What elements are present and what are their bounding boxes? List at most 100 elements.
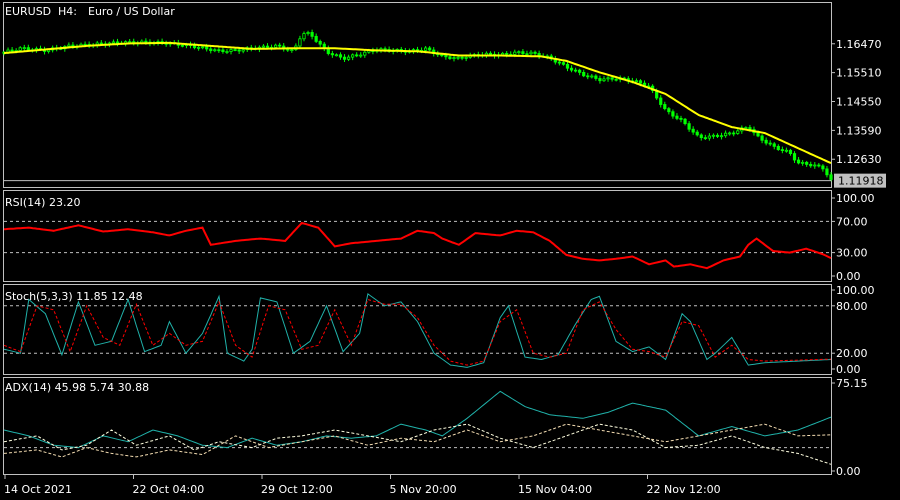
candle[interactable] — [586, 72, 590, 80]
candle[interactable] — [679, 115, 683, 123]
candle[interactable] — [282, 43, 286, 52]
candle[interactable] — [294, 43, 298, 52]
candle[interactable] — [606, 76, 610, 82]
candle[interactable] — [711, 133, 716, 139]
candlestick-series[interactable] — [2, 29, 833, 182]
candle[interactable] — [792, 151, 797, 163]
candle[interactable] — [659, 95, 663, 108]
candle[interactable] — [160, 38, 164, 45]
candle[interactable] — [821, 164, 825, 172]
candle[interactable] — [602, 76, 606, 82]
candle[interactable] — [667, 107, 671, 115]
candle[interactable] — [594, 74, 598, 81]
trading-chart[interactable]: 1.11918 1.16470 1.15510 1.14550 1.13590 1.12… — [0, 0, 900, 500]
candle[interactable] — [298, 35, 302, 49]
candle[interactable] — [719, 132, 724, 140]
candle[interactable] — [805, 160, 809, 167]
candle-body — [334, 54, 339, 57]
candle[interactable] — [209, 46, 213, 54]
candle[interactable] — [671, 109, 675, 119]
candle[interactable] — [703, 134, 707, 141]
candle[interactable] — [196, 45, 201, 51]
candle-body — [529, 51, 533, 55]
candle[interactable] — [553, 55, 557, 65]
candle[interactable] — [590, 73, 594, 79]
candle[interactable] — [707, 133, 711, 141]
candle[interactable] — [578, 68, 582, 76]
candle-body — [659, 97, 663, 105]
candle[interactable] — [428, 46, 432, 52]
candle[interactable] — [776, 144, 780, 151]
candle[interactable] — [318, 39, 322, 47]
candle[interactable] — [355, 52, 359, 58]
candle-body — [663, 104, 667, 110]
candle[interactable] — [817, 162, 821, 168]
candle[interactable] — [683, 117, 687, 126]
candle[interactable] — [801, 159, 805, 166]
candle[interactable] — [788, 148, 793, 156]
candle[interactable] — [342, 54, 347, 62]
candle[interactable] — [359, 52, 363, 58]
candle[interactable] — [192, 42, 197, 50]
candle[interactable] — [784, 147, 789, 153]
candle[interactable] — [813, 162, 817, 169]
candle[interactable] — [432, 47, 436, 57]
candle[interactable] — [732, 130, 736, 137]
candle[interactable] — [363, 50, 367, 58]
candle-body — [261, 45, 266, 48]
candle[interactable] — [764, 137, 768, 146]
candle[interactable] — [217, 47, 221, 53]
candle[interactable] — [351, 53, 355, 61]
candle[interactable] — [699, 133, 703, 141]
candle[interactable] — [334, 53, 339, 57]
candle[interactable] — [330, 50, 334, 58]
candle[interactable] — [760, 134, 764, 144]
candle[interactable] — [691, 126, 695, 135]
candle[interactable] — [695, 129, 699, 137]
candle[interactable] — [687, 121, 691, 132]
candle[interactable] — [346, 54, 351, 62]
candle[interactable] — [322, 42, 326, 52]
chart-description: Euro / US Dollar — [88, 5, 175, 18]
candle[interactable] — [221, 46, 225, 54]
candle[interactable] — [565, 61, 570, 72]
candle[interactable] — [533, 50, 537, 57]
candle[interactable] — [780, 146, 784, 154]
candle[interactable] — [306, 30, 310, 36]
candle[interactable] — [521, 49, 525, 56]
candle[interactable] — [22, 44, 26, 51]
candle[interactable] — [229, 48, 233, 55]
candle-body — [111, 41, 116, 44]
candle-body — [196, 46, 201, 49]
candle[interactable] — [338, 52, 343, 60]
candle[interactable] — [715, 133, 720, 139]
candle[interactable] — [768, 140, 772, 147]
candle[interactable] — [456, 56, 460, 61]
candle[interactable] — [310, 29, 314, 40]
candle[interactable] — [213, 48, 217, 53]
candle[interactable] — [809, 161, 813, 168]
candle[interactable] — [675, 113, 679, 121]
candle-body — [346, 56, 351, 60]
candle[interactable] — [574, 67, 578, 73]
candle[interactable] — [598, 75, 602, 84]
candle[interactable] — [302, 31, 306, 42]
candle[interactable] — [663, 101, 667, 111]
candle[interactable] — [529, 50, 533, 56]
candle[interactable] — [387, 46, 391, 53]
candle[interactable] — [225, 48, 229, 55]
candle[interactable] — [825, 166, 829, 178]
candle[interactable] — [537, 50, 541, 59]
candle[interactable] — [314, 33, 318, 44]
candle[interactable] — [723, 130, 728, 138]
candle[interactable] — [772, 142, 776, 150]
candle[interactable] — [796, 157, 801, 165]
candle[interactable] — [326, 45, 330, 56]
candle[interactable] — [569, 65, 574, 73]
candle[interactable] — [132, 38, 136, 46]
candle[interactable] — [561, 61, 566, 66]
candle[interactable] — [582, 69, 586, 78]
candle[interactable] — [517, 50, 521, 55]
candle-body — [675, 115, 679, 119]
candle[interactable] — [728, 131, 732, 136]
